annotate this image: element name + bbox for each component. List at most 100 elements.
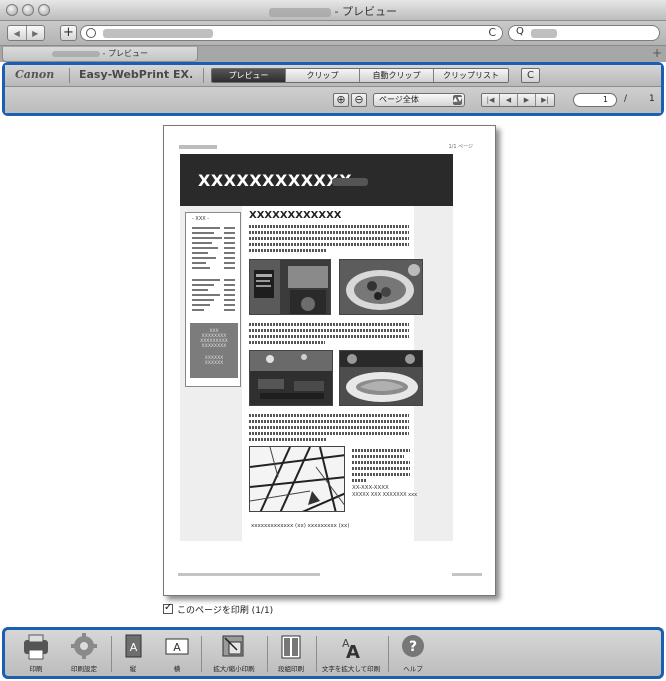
enlarge-text-print-label: 文字を拡大して印刷 [321, 665, 381, 673]
zoom-out-icon[interactable]: ⊖ [351, 93, 367, 107]
refresh-icon[interactable]: C [521, 68, 540, 83]
redacted-search-text [531, 29, 557, 38]
back-icon[interactable]: ◀ [8, 26, 27, 40]
portrait-page-icon: A [125, 634, 142, 658]
previous-page-icon[interactable]: ◀ [500, 94, 518, 106]
scale-icon [222, 635, 244, 657]
zoom-in-icon[interactable]: ⊕ [333, 93, 349, 107]
print-button[interactable]: 印刷 [14, 632, 58, 673]
print-this-page-row[interactable]: このページを印刷 (1/1) [163, 602, 273, 616]
enlarge-text-print-button[interactable]: A A 文字を拡大して印刷 [317, 632, 385, 673]
tab-clip-list[interactable]: クリップリスト [434, 69, 508, 82]
page-indicator: 1/1 ページ [448, 144, 473, 150]
browser-tab[interactable]: - プレビュー [2, 47, 198, 62]
page-number-input[interactable]: 1 [573, 93, 617, 107]
title-bar: - プレビュー [0, 0, 666, 21]
page-separator: / [624, 94, 628, 104]
plugin-header-row: Canon Easy-WebPrint EX. プレビュー クリップ 自動クリッ… [5, 65, 661, 87]
tab-preview[interactable]: プレビュー [212, 69, 286, 82]
address-bar[interactable]: C [80, 25, 503, 41]
window-title: - プレビュー [0, 3, 666, 19]
divider [388, 636, 389, 672]
page-total: 1 [649, 94, 655, 104]
photo-restaurant-interior [249, 350, 333, 406]
article-heading: XXXXXXXXXXXX [249, 210, 342, 221]
hero-banner: XXXXXXXXXXXX [180, 154, 453, 206]
portrait-button[interactable]: A 縦 [111, 632, 155, 673]
canon-logo: Canon [15, 68, 55, 81]
landscape-button[interactable]: A 横 [155, 632, 199, 673]
tab-auto-clip[interactable]: 自動クリップ [360, 69, 434, 82]
reload-icon[interactable]: C [488, 26, 496, 39]
svg-text:?: ? [409, 639, 417, 655]
svg-text:A: A [346, 642, 360, 662]
print-label: 印刷 [29, 665, 43, 673]
landscape-label: 横 [173, 665, 181, 673]
graybox-line: XXXXXXXX [201, 344, 227, 349]
chevron-updown-icon: ▲▼ [453, 95, 463, 105]
zoom-select[interactable]: ページ全体 ▲▼ [373, 93, 465, 107]
help-icon: ? [402, 635, 424, 657]
tab-bar: - プレビュー + [0, 45, 666, 62]
text-line [249, 335, 409, 338]
scale-print-button[interactable]: 拡大/縮小印刷 [209, 632, 259, 673]
text-line [249, 341, 325, 344]
text-line [249, 329, 409, 332]
photo-fish-dish-image [340, 351, 422, 405]
map-caption-line: XXXXX XXX XXXXXXX xxx [352, 492, 418, 498]
text-line [352, 455, 404, 458]
tab-clip[interactable]: クリップ [286, 69, 360, 82]
divider [203, 68, 204, 83]
text-line [249, 243, 409, 246]
help-label: ヘルプ [403, 665, 423, 673]
plugin-zoom-row: ⊕ ⊖ ページ全体 ▲▼ |◀ ◀ ▶ ▶| 1 / 1 [5, 87, 661, 113]
page-header-url [179, 145, 217, 149]
print-page-checkbox[interactable] [163, 602, 173, 614]
photo-restaurant-interior-image [250, 351, 332, 405]
next-page-icon[interactable]: ▶ [518, 94, 536, 106]
print-settings-button[interactable]: 印刷設定 [62, 632, 106, 673]
add-bookmark-button[interactable]: + [60, 25, 77, 41]
print-settings-label: 印刷設定 [71, 665, 97, 673]
forward-icon[interactable]: ▶ [27, 26, 45, 40]
photo-shop-interior-image [250, 260, 330, 314]
photo-shop-interior [249, 259, 331, 315]
graybox-line: XXXXXX [204, 361, 224, 366]
last-page-icon[interactable]: ▶| [536, 94, 554, 106]
text-line [249, 432, 409, 435]
photo-seafood-dish-image [340, 260, 422, 314]
browser-window: - プレビュー ◀ ▶ + C Q - プレビュー + Canon Easy-W… [0, 0, 666, 681]
text-line [352, 473, 410, 476]
footer-caption: xxxxxxxxxxxxx (xx) xxxxxxxxx (xx) [251, 523, 350, 529]
gear-icon [71, 633, 97, 659]
print-toolbar: 印刷 印刷設定 A 縦 A 横 拡大/縮小印刷 段組印刷 A A 文字を拡大して… [2, 627, 664, 679]
new-tab-icon[interactable]: + [652, 46, 662, 60]
map-caption-line: XX-XXX-XXXX [352, 485, 389, 491]
page-navigation: |◀ ◀ ▶ ▶| [481, 93, 555, 107]
text-line [249, 231, 409, 234]
svg-text:A: A [130, 641, 138, 654]
search-field[interactable]: Q [508, 25, 660, 41]
divider [69, 68, 70, 83]
svg-text:A: A [173, 641, 181, 654]
page-footer-date [452, 573, 482, 576]
redacted-tab-text [52, 50, 100, 57]
back-forward-buttons: ◀ ▶ [7, 25, 45, 41]
text-line [249, 438, 327, 441]
map-graphic [250, 447, 344, 511]
sidebar-highlight-box: XXX XXXXXXXX XXXXXXXXX XXXXXXXX XXXXXX X… [190, 323, 238, 378]
text-line [352, 467, 410, 470]
print-page-label: このページを印刷 (1/1) [177, 605, 274, 616]
help-button[interactable]: ? ヘルプ [391, 632, 435, 673]
redacted-url [103, 29, 213, 38]
text-line [249, 249, 327, 252]
column-print-button[interactable]: 段組印刷 [269, 632, 313, 673]
divider [267, 636, 268, 672]
first-page-icon[interactable]: |◀ [482, 94, 500, 106]
window-title-text: - プレビュー [334, 5, 397, 18]
sidebar-box: - XXX - XXX XXXXXXXX XXXXXXXXX XXXXXXXX … [185, 212, 241, 387]
photo-seafood-dish [339, 259, 423, 315]
text-line [352, 461, 410, 464]
portrait-label: 縦 [129, 665, 137, 673]
browser-toolbar: ◀ ▶ + C Q [0, 21, 666, 45]
